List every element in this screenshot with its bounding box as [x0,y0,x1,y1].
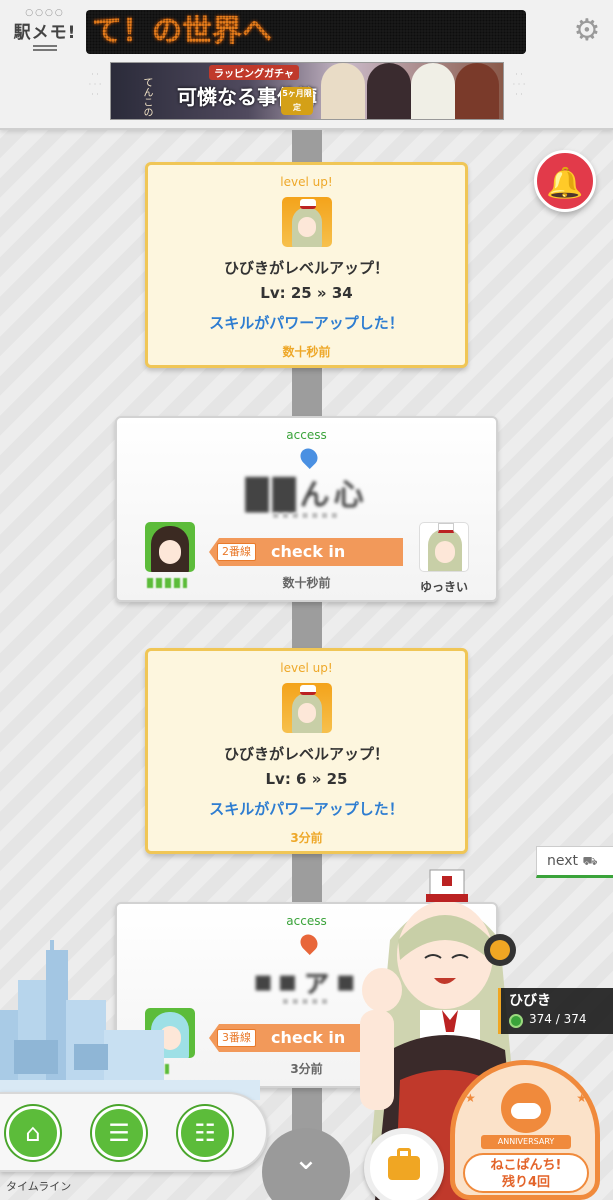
train-list-icon[interactable]: ☷ [178,1106,232,1160]
denco-avatar [281,683,332,733]
nav-label: タイムライン [6,1180,72,1193]
chevron-down-icon[interactable]: ⌄ [262,1128,350,1200]
levelup-message: ひびきがレベルアップ！ [223,259,389,277]
user-avatar[interactable] [145,522,195,572]
station-reading: ▪▪▪▪▪▪▪ [272,510,341,521]
nekopunch-label: ねこぱんち! [490,1158,562,1173]
card-type: level up! [280,661,333,675]
nekopunch-counter: ねこぱんち! 残り4回 [463,1153,589,1193]
hp-icon [509,1014,523,1028]
levelup-card[interactable]: level up! ひびきがレベルアップ！ Lv: 25 » 34 スキルがパワ… [145,162,468,368]
denco-status-plate[interactable]: ひびき 374 / 374 [498,988,613,1034]
banner-character [455,63,499,119]
bell-icon[interactable]: 🔔 [534,150,596,212]
train-icon: ⛟ [582,854,598,868]
skill-message: スキルがパワーアップした！ [209,314,404,332]
banner-subtitle: てんこの [141,77,152,117]
city-skyline [0,940,260,1100]
banner-dots-left: · · · · · · · [88,70,102,99]
news-marquee[interactable]: て！の世界へ [86,10,526,54]
card-type: access [286,914,327,928]
levelup-card[interactable]: level up! ひびきがレベルアップ！ Lv: 6 » 25 スキルがパワー… [145,648,468,854]
gear-icon[interactable]: ⚙ [570,14,604,48]
next-label: next [547,853,579,869]
logo-rail-icon [33,45,57,51]
banner-dots-right: · · · · · · · [512,70,526,99]
timestamp: 数十秒前 [282,345,331,359]
checkin-label: check in [271,542,346,561]
hp-value: 374 / 374 [529,1012,587,1026]
app-logo: ○○○○ 駅メモ! [12,8,78,56]
card-type: access [286,428,327,442]
next-button[interactable]: next ⛟ [536,846,613,878]
level-change: Lv: 6 » 25 [265,770,348,788]
banner-badge: 5ヶ月限定 [281,87,313,115]
station-pin-icon [296,930,322,956]
denco-avatar [281,197,332,247]
timestamp: 3分前 [290,831,323,845]
timeline-icon[interactable]: ☰ [92,1106,146,1160]
station-name: ██ん心 [245,478,368,513]
mascot-icon [501,1083,551,1133]
home-icon[interactable]: ⌂ [6,1106,60,1160]
line-badge: 2番線 [217,543,256,561]
banner-tag: ラッピングガチャ [209,65,299,80]
access-card[interactable]: access ██ん心 ▪▪▪▪▪▪▪ 2番線 check in 数十秒前 ゆっ… [115,416,498,602]
denco-name: ひびき [509,993,551,1009]
briefcase-icon[interactable] [364,1128,444,1200]
station-pin-icon [296,444,322,470]
checkin-label: check in [271,1028,346,1047]
nekopunch-remaining: 残り4回 [501,1175,551,1190]
banner-character [367,63,411,119]
anniversary-nekopunch-button[interactable]: ★ ★ ANNIVERSARY ねこぱんち! 残り4回 [450,1060,600,1200]
logo-dots: ○○○○ [25,8,65,18]
logo-text: 駅メモ! [13,23,77,43]
app-header: ○○○○ 駅メモ! て！の世界へ ⚙ · · · · · · · ラッピングガチャ … [0,0,613,130]
partner-denco-name: ゆっきい [419,580,468,594]
banner-character [321,63,365,119]
card-type: level up! [280,175,333,189]
partner-denco-avatar[interactable] [419,522,469,572]
levelup-message: ひびきがレベルアップ！ [223,745,389,763]
anniversary-ribbon: ANNIVERSARY [481,1135,571,1149]
level-change: Lv: 25 » 34 [260,284,353,302]
gacha-banner[interactable]: ラッピングガチャ てんこの 可憐なる事件簿 5ヶ月限定 [110,62,504,120]
banner-character [411,63,455,119]
skill-message: スキルがパワーアップした！ [209,800,404,818]
